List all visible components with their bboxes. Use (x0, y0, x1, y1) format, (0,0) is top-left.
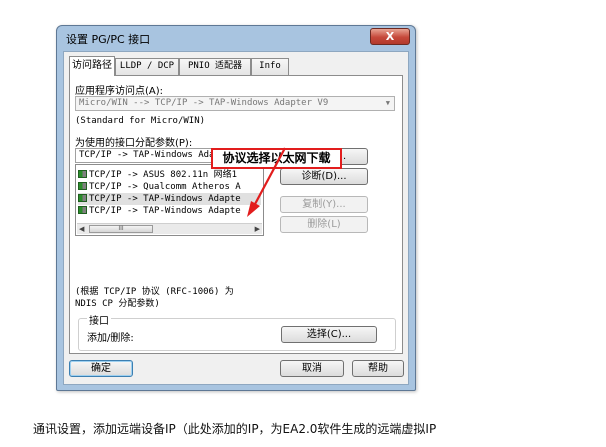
close-button[interactable]: X (370, 28, 410, 45)
set-pgpc-interface-dialog: 设置 PG/PC 接口 X 访问路径 LLDP / DCP PNIO 适配器 I… (56, 25, 416, 391)
interface-item-tap-selected[interactable]: TCP/IP -> TAP-Windows Adapte (78, 193, 261, 205)
rfc-note-line2: NDIS CP 分配参数) (75, 299, 160, 309)
annotation-callout: 协议选择以太网下载 (211, 148, 342, 169)
interface-item-label: TCP/IP -> Qualcomm Atheros A (89, 182, 241, 192)
access-path-panel: 应用程序访问点(A): Micro/WIN --> TCP/IP -> TAP-… (69, 75, 403, 354)
interface-groupbox: 接口 添加/删除: 选择(C)... (78, 312, 396, 351)
horizontal-scrollbar[interactable]: ◀ III ▶ (77, 223, 262, 234)
chevron-down-icon: ▼ (385, 99, 390, 107)
tab-lldp-dcp[interactable]: LLDP / DCP (115, 58, 179, 75)
diagnostics-button[interactable]: 诊断(D)... (280, 168, 368, 185)
interface-list[interactable]: TCP/IP -> ASUS 802.11n 网络1 TCP/IP -> Qua… (75, 164, 264, 236)
app-access-point-label: 应用程序访问点(A): (75, 86, 164, 97)
app-access-point-select[interactable]: Micro/WIN --> TCP/IP -> TAP-Windows Adap… (75, 96, 395, 111)
interface-item-label: TCP/IP -> TAP-Windows Adapte (89, 194, 241, 204)
close-icon: X (385, 30, 395, 43)
network-adapter-icon (78, 206, 87, 214)
copy-button[interactable]: 复制(Y)... (280, 196, 368, 213)
interface-group-title: 接口 (87, 312, 111, 327)
title-bar[interactable]: 设置 PG/PC 接口 X (57, 26, 415, 50)
app-access-point-description: (Standard for Micro/WIN) (75, 116, 206, 126)
window-title: 设置 PG/PC 接口 (66, 33, 151, 46)
interface-item-asus[interactable]: TCP/IP -> ASUS 802.11n 网络1 (78, 169, 261, 181)
tab-access-path[interactable]: 访问路径 (69, 56, 115, 76)
article-caption: 通讯设置，添加远端设备IP（此处添加的IP，为EA2.0软件生成的远端虚拟IP (33, 422, 437, 436)
scroll-right-icon[interactable]: ▶ (255, 224, 260, 234)
delete-button[interactable]: 删除(L) (280, 216, 368, 233)
network-adapter-icon (78, 194, 87, 202)
add-remove-label: 添加/删除: (87, 333, 134, 344)
select-button[interactable]: 选择(C)... (281, 326, 377, 343)
interface-item-label: TCP/IP -> ASUS 802.11n 网络1 (89, 170, 238, 180)
cancel-button[interactable]: 取消 (280, 360, 344, 377)
dialog-client-area: 访问路径 LLDP / DCP PNIO 适配器 Info 应用程序访问点(A)… (63, 51, 409, 385)
tab-info[interactable]: Info (251, 58, 289, 75)
scroll-left-icon[interactable]: ◀ (79, 224, 84, 234)
app-access-point-value: Micro/WIN --> TCP/IP -> TAP-Windows Adap… (79, 98, 329, 108)
scroll-thumb[interactable]: III (89, 225, 153, 233)
interface-item-tap[interactable]: TCP/IP -> TAP-Windows Adapte (78, 205, 261, 217)
network-adapter-icon (78, 170, 87, 178)
tab-pnio-adapter[interactable]: PNIO 适配器 (179, 58, 251, 75)
network-adapter-icon (78, 182, 87, 190)
help-button[interactable]: 帮助 (352, 360, 404, 377)
interface-item-qualcomm[interactable]: TCP/IP -> Qualcomm Atheros A (78, 181, 261, 193)
interface-param-label: 为使用的接口分配参数(P): (75, 138, 193, 149)
screenshot: 设置 PG/PC 接口 X 访问路径 LLDP / DCP PNIO 适配器 I… (0, 0, 606, 447)
ok-button[interactable]: 确定 (69, 360, 133, 377)
interface-item-label: TCP/IP -> TAP-Windows Adapte (89, 206, 241, 216)
